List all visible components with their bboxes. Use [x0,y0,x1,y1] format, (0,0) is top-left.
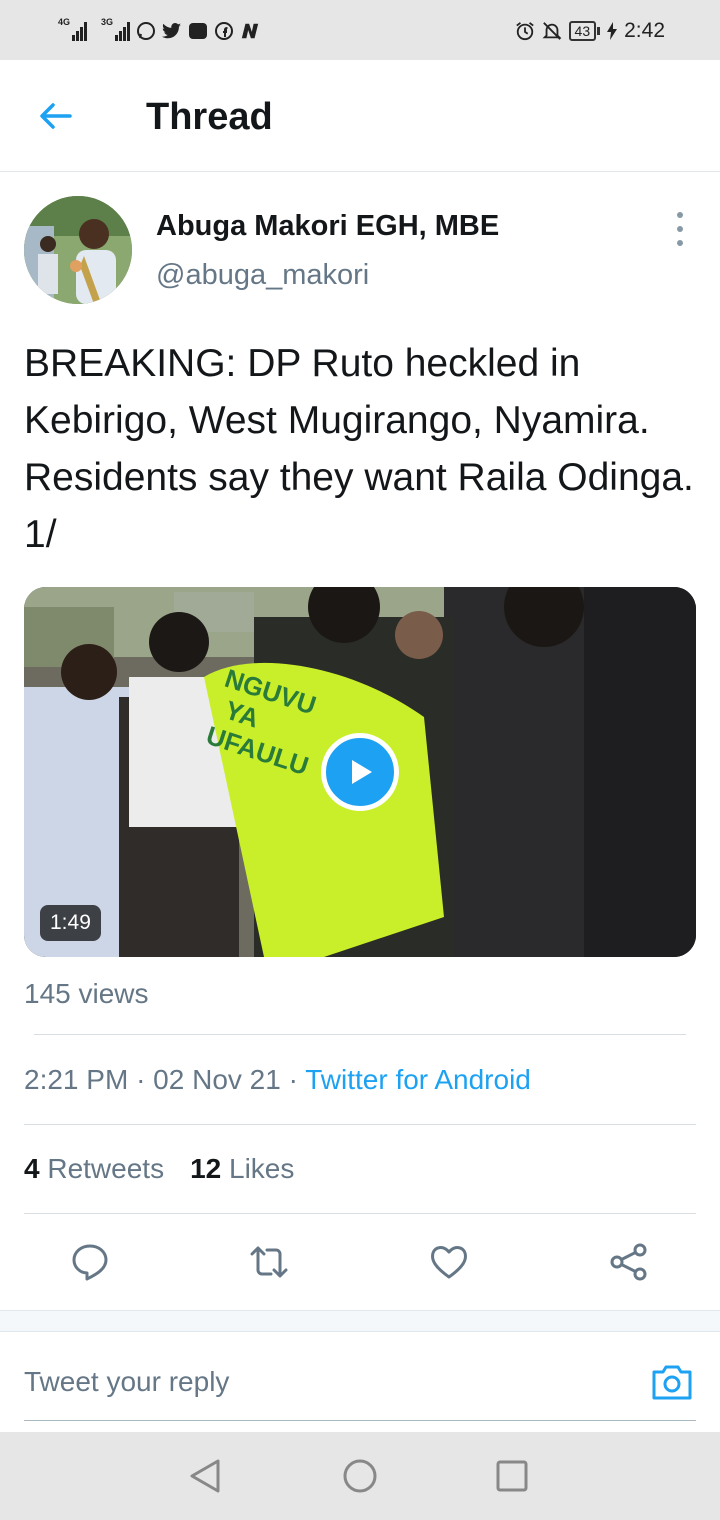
separator: · [136,1064,146,1095]
like-button[interactable] [429,1242,469,1282]
separator: · [288,1064,298,1095]
share-icon [610,1243,647,1281]
nav-back-button[interactable] [186,1456,226,1496]
camera-icon [652,1365,692,1400]
divider [24,1420,696,1421]
tweet-stats: 4 Retweets 12 Likes [24,1153,294,1185]
system-nav-bar [0,1432,720,1520]
author-handle[interactable]: @abuga_makori [156,259,369,292]
more-options-icon[interactable] [668,212,692,246]
signal-icon: 4G [58,17,87,41]
tweet-text: BREAKING: DP Ruto heckled in Kebirigo, W… [24,342,694,556]
whatsapp-icon [136,21,156,41]
triangle-back-icon [190,1459,220,1493]
play-button[interactable] [321,733,399,811]
status-left-icons: 4G 3G [58,14,260,48]
network-type-2: 3G [101,17,114,27]
nav-recents-button[interactable] [492,1456,532,1496]
charging-icon [607,21,618,41]
tweet-client-link[interactable]: Twitter for Android [305,1064,531,1095]
mute-icon [542,21,562,41]
status-right-icons: 43 2:42 [515,14,665,48]
retweets-stat[interactable]: 4 Retweets [24,1153,164,1185]
battery-tip [597,27,601,35]
retweet-button[interactable] [249,1242,289,1282]
divider [34,1034,686,1035]
back-arrow-icon [40,103,72,129]
alarm-icon [515,21,535,41]
divider [24,1213,696,1214]
square-recents-icon [496,1460,528,1492]
nav-home-button[interactable] [340,1456,380,1496]
retweet-icon [250,1246,288,1278]
huawei-icon [188,21,208,41]
avatar-photo [24,196,132,304]
reply-button[interactable] [70,1242,110,1282]
reply-input[interactable]: Tweet your reply [24,1366,229,1398]
share-button[interactable] [609,1242,649,1282]
back-button[interactable] [36,96,76,136]
facebook-icon [214,21,234,41]
section-divider [0,1310,720,1332]
likes-stat[interactable]: 12 Likes [190,1153,294,1185]
reply-icon [72,1244,108,1281]
thread-header: Thread [0,60,720,172]
twitter-icon [162,21,182,41]
camera-button[interactable] [650,1360,694,1404]
tweet-meta: 2:21 PM · 02 Nov 21 · Twitter for Androi… [24,1064,531,1096]
battery-icon: 43 [568,21,597,41]
circle-home-icon [343,1459,377,1493]
heart-icon [431,1246,467,1279]
author-name[interactable]: Abuga Makori EGH, MBE [156,210,499,243]
retweets-count: 4 [24,1153,40,1184]
divider [24,1124,696,1125]
n-app-icon [240,21,260,41]
likes-count: 12 [190,1153,222,1184]
video-duration: 1:49 [40,905,101,941]
battery-level: 43 [574,23,591,39]
tweet-date: 02 Nov 21 [153,1064,281,1095]
clock: 2:42 [624,19,665,42]
likes-label: Likes [229,1153,295,1184]
play-icon [352,760,372,784]
avatar[interactable] [24,196,132,304]
tweet-time: 2:21 PM [24,1064,129,1095]
status-bar: 4G 3G 43 2:42 [0,0,720,60]
view-count: 145 views [24,978,149,1009]
network-type-1: 4G [58,17,71,27]
page-title: Thread [146,96,273,138]
signal-icon: 3G [101,17,130,41]
retweets-label: Retweets [47,1153,165,1184]
